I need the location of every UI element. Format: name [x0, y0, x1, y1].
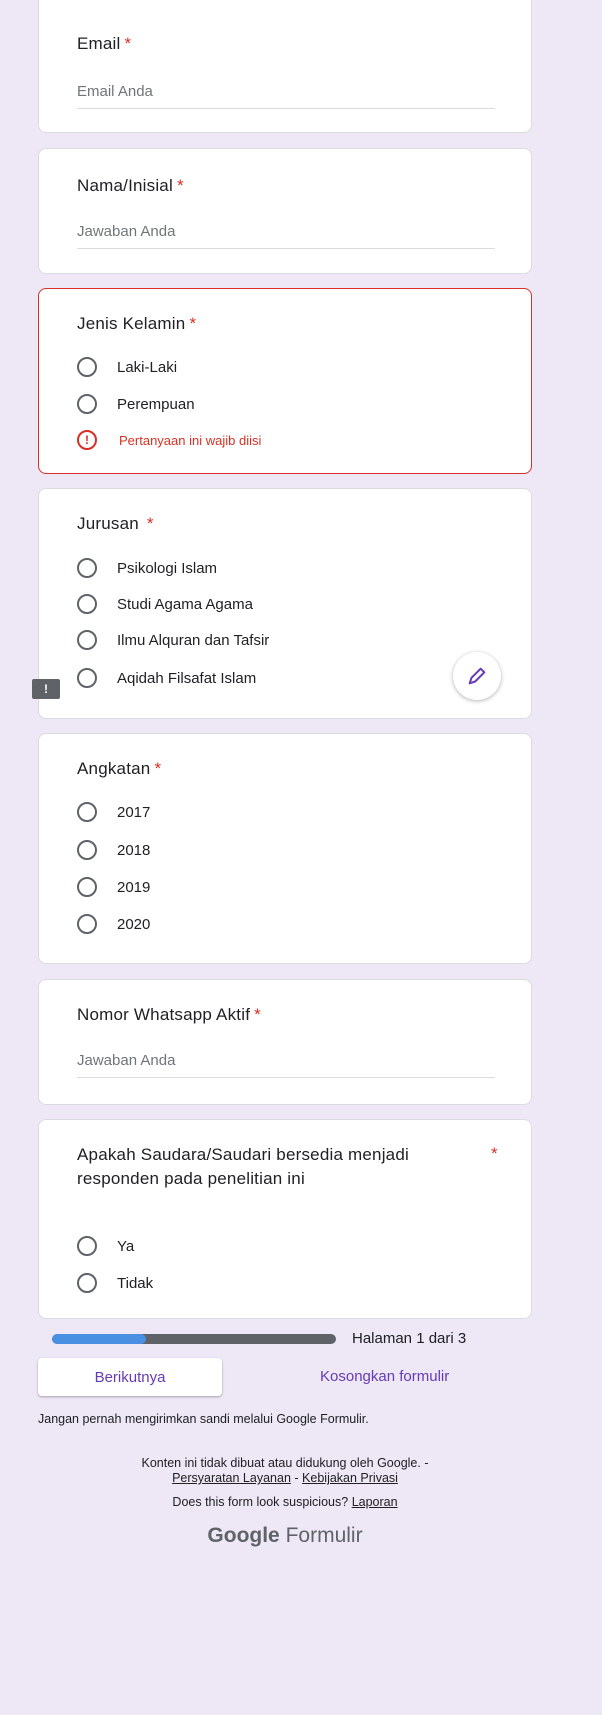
required-mark: *: [254, 1005, 261, 1024]
option-label: Ilmu Alquran dan Tafsir: [117, 631, 270, 649]
suspicious-text: Does this form look suspicious?: [172, 1495, 349, 1509]
radio-button[interactable]: [77, 1236, 97, 1256]
whatsapp-input[interactable]: Jawaban Anda: [77, 1048, 495, 1078]
disclaimer-text: Konten ini tidak dibuat atau didukung ol…: [141, 1456, 429, 1470]
option-label: 2018: [117, 841, 151, 859]
pencil-icon: [468, 667, 486, 685]
question-title: Email *: [77, 34, 132, 53]
radio-button[interactable]: [77, 914, 97, 934]
question-card-nama: Nama/Inisial * Jawaban Anda: [38, 148, 532, 274]
option-label: 2019: [117, 878, 151, 896]
terms-link[interactable]: Persyaratan Layanan: [172, 1471, 291, 1485]
required-mark: *: [154, 759, 162, 778]
question-title: Jenis Kelamin *: [77, 314, 197, 333]
required-mark: *: [491, 1144, 498, 1163]
radio-option[interactable]: Studi Agama Agama: [77, 592, 253, 616]
question-title: Angkatan *: [77, 759, 162, 778]
radio-button[interactable]: [77, 668, 97, 688]
radio-option[interactable]: Ilmu Alquran dan Tafsir: [77, 628, 269, 652]
option-label: 2017: [117, 803, 151, 821]
radio-option[interactable]: Ya: [77, 1234, 134, 1258]
option-label: Psikologi Islam: [117, 559, 218, 577]
radio-button[interactable]: [77, 1273, 97, 1293]
radio-option[interactable]: Psikologi Islam: [77, 556, 217, 580]
radio-button[interactable]: [77, 357, 97, 377]
progress-fill: [52, 1334, 146, 1344]
suspicious-notice: Does this form look suspicious? Laporan: [38, 1495, 532, 1509]
clear-form-link[interactable]: Kosongkan formulir: [320, 1368, 449, 1385]
feedback-icon[interactable]: !: [32, 679, 60, 699]
radio-button[interactable]: [77, 802, 97, 822]
option-label: Ya: [117, 1237, 135, 1255]
radio-button[interactable]: [77, 630, 97, 650]
edit-button[interactable]: [453, 652, 501, 700]
radio-option[interactable]: 2020: [77, 912, 150, 936]
radio-button[interactable]: [77, 558, 97, 578]
radio-option[interactable]: 2019: [77, 875, 150, 899]
option-label: Perempuan: [117, 395, 195, 413]
question-card-jurusan: Jurusan * Psikologi Islam Studi Agama Aga…: [38, 488, 532, 719]
error-message: ! Pertanyaan ini wajib diisi: [77, 430, 261, 450]
brand-forms: Formulir: [285, 1524, 363, 1547]
question-card-angkatan: Angkatan * 2017 2018 2019 2020: [38, 733, 532, 964]
required-mark: *: [146, 514, 154, 533]
radio-option[interactable]: 2018: [77, 838, 150, 862]
page-indicator: Halaman 1 dari 3: [352, 1330, 467, 1347]
radio-option[interactable]: Perempuan: [77, 392, 195, 416]
nama-input[interactable]: Jawaban Anda: [77, 219, 495, 249]
disclaimer: Konten ini tidak dibuat atau didukung ol…: [38, 1456, 532, 1486]
radio-button[interactable]: [77, 877, 97, 897]
radio-button[interactable]: [77, 394, 97, 414]
question-card-kesediaan: Apakah Saudara/Saudari bersedia menjadi …: [38, 1119, 532, 1319]
radio-button[interactable]: [77, 840, 97, 860]
radio-option[interactable]: Laki-Laki: [77, 355, 177, 379]
report-link[interactable]: Laporan: [352, 1495, 398, 1509]
option-label: Tidak: [117, 1274, 154, 1292]
option-label: Laki-Laki: [117, 358, 178, 376]
question-title: Nama/Inisial *: [77, 176, 184, 195]
privacy-link[interactable]: Kebijakan Privasi: [302, 1471, 398, 1485]
exclamation-circle-icon: !: [77, 430, 97, 450]
required-mark: *: [176, 176, 184, 195]
option-label: Studi Agama Agama: [117, 595, 253, 613]
google-forms-logo[interactable]: Google Formulir: [38, 1524, 532, 1548]
email-input[interactable]: Email Anda: [77, 79, 495, 109]
option-label: 2020: [117, 915, 151, 933]
required-mark: *: [124, 34, 132, 53]
password-warning: Jangan pernah mengirimkan sandi melalui …: [38, 1412, 369, 1426]
question-title: Apakah Saudara/Saudari bersedia menjadi …: [77, 1145, 409, 1188]
question-card-email: Email * Email Anda: [38, 0, 532, 133]
required-mark: *: [189, 314, 197, 333]
brand-google: Google: [207, 1524, 280, 1547]
radio-option[interactable]: Tidak: [77, 1271, 153, 1295]
question-title: Jurusan *: [77, 514, 154, 533]
question-title: Nomor Whatsapp Aktif *: [77, 1005, 261, 1024]
option-label: Aqidah Filsafat Islam: [117, 669, 257, 687]
error-text: Pertanyaan ini wajib diisi: [119, 432, 262, 448]
radio-button[interactable]: [77, 594, 97, 614]
progress-bar: [52, 1334, 336, 1344]
question-card-whatsapp: Nomor Whatsapp Aktif * Jawaban Anda: [38, 979, 532, 1105]
separator: -: [294, 1471, 299, 1485]
next-button[interactable]: Berikutnya: [38, 1358, 222, 1396]
radio-option[interactable]: 2017: [77, 800, 150, 824]
question-card-jenis-kelamin: Jenis Kelamin * Laki-Laki Perempuan ! Per…: [38, 288, 532, 474]
radio-option[interactable]: Aqidah Filsafat Islam: [77, 666, 256, 690]
